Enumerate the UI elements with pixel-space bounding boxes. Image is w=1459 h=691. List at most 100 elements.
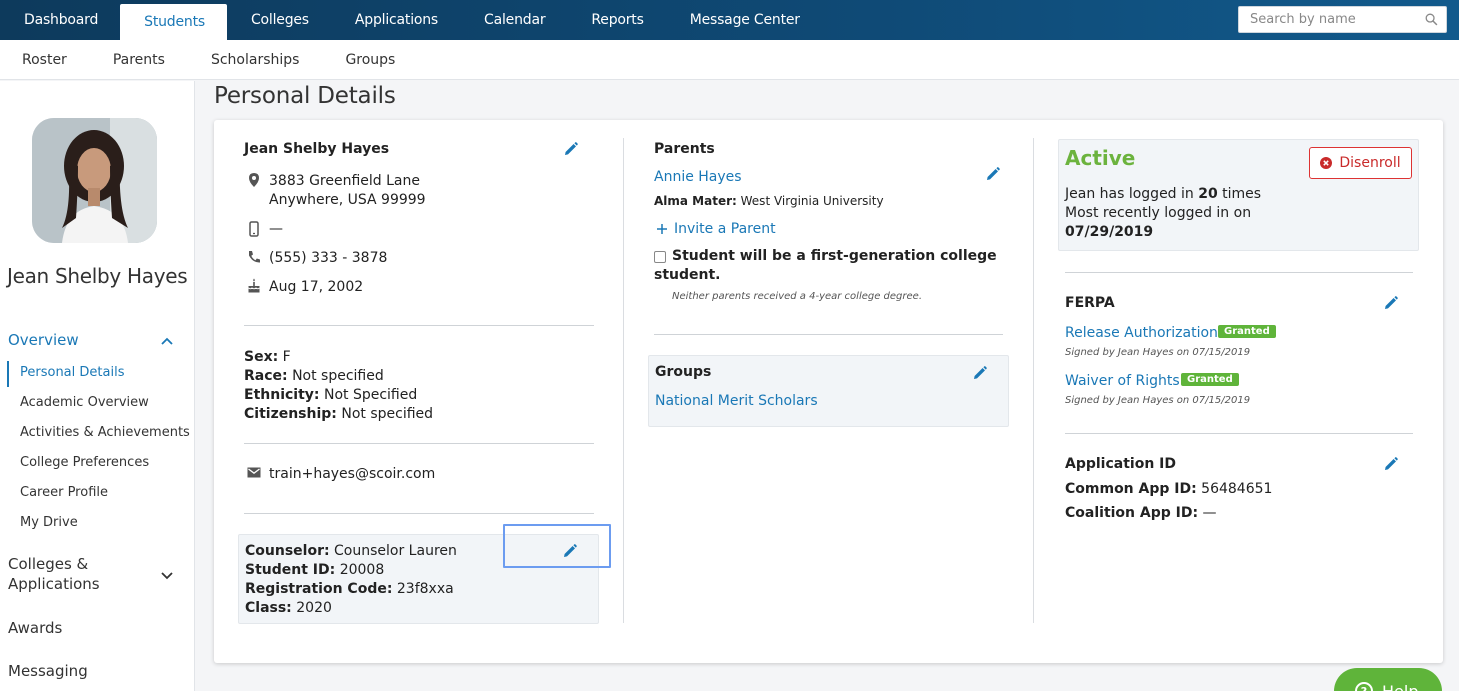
student-id-row: Student ID: 20008 <box>245 562 385 578</box>
sidebar-item-career-profile[interactable]: Career Profile <box>20 485 108 500</box>
waiver-of-rights-link[interactable]: Waiver of Rights <box>1065 373 1180 389</box>
race-row: Race: Not specified <box>244 368 384 384</box>
help-icon: ? <box>1355 682 1373 691</box>
invite-parent-link[interactable]: Invite a Parent <box>656 221 776 237</box>
sub-nav: Roster Parents Scholarships Groups <box>0 40 1459 80</box>
waiver-signed-note: Signed by Jean Hayes on 07/15/2019 <box>1065 395 1251 406</box>
sidebar: Jean Shelby Hayes Overview Personal Deta… <box>0 81 195 691</box>
recent-login-label: Most recently logged in on <box>1065 205 1252 221</box>
email-address: train+hayes@scoir.com <box>269 466 436 482</box>
plus-icon <box>657 224 667 234</box>
section-divider <box>244 325 594 326</box>
recent-login-date: 07/29/2019 <box>1065 224 1154 240</box>
first-gen-checkbox[interactable] <box>654 251 666 263</box>
tab-message-center[interactable]: Message Center <box>666 0 822 40</box>
disenroll-button[interactable]: Disenroll <box>1309 147 1412 179</box>
sidebar-overview[interactable]: Overview <box>8 331 79 349</box>
parent-name-link[interactable]: Annie Hayes <box>654 169 742 185</box>
login-count-row: Jean has logged in 20 times <box>1065 186 1262 202</box>
location-pin-icon <box>249 173 259 187</box>
section-divider <box>244 443 594 444</box>
sidebar-colleges-applications[interactable]: Colleges & Applications <box>8 555 100 593</box>
active-status-label: Active <box>1065 146 1136 170</box>
sex-row: Sex: F <box>244 349 291 365</box>
subnav-roster[interactable]: Roster <box>0 52 88 68</box>
application-id-heading: Application ID <box>1065 456 1177 472</box>
mobile-phone-icon <box>249 221 259 237</box>
sidebar-messaging[interactable]: Messaging <box>8 662 88 680</box>
citizenship-row: Citizenship: Not specified <box>244 406 434 422</box>
chevron-down-icon[interactable] <box>160 568 174 582</box>
sidebar-awards[interactable]: Awards <box>8 619 62 637</box>
first-gen-label-line-2: student. <box>654 267 721 283</box>
student-full-name: Jean Shelby Hayes <box>244 141 390 157</box>
subnav-groups[interactable]: Groups <box>323 52 416 68</box>
email-icon <box>247 467 261 478</box>
sidebar-item-academic-overview[interactable]: Academic Overview <box>20 395 149 410</box>
address-line-1: 3883 Greenfield Lane <box>269 173 420 189</box>
section-divider <box>1065 272 1413 273</box>
sidebar-item-college-preferences[interactable]: College Preferences <box>20 455 149 470</box>
edit-counselor-highlight <box>503 524 611 568</box>
ethnicity-row: Ethnicity: Not Specified <box>244 387 418 403</box>
first-gen-label-line-1: Student will be a first-generation colle… <box>672 248 997 264</box>
parents-heading: Parents <box>654 141 715 157</box>
birthday: Aug 17, 2002 <box>269 279 364 295</box>
svg-text:?: ? <box>1361 685 1367 691</box>
edit-parent-pencil-icon[interactable] <box>986 167 1000 181</box>
sidebar-student-name: Jean Shelby Hayes <box>7 264 188 288</box>
mobile-number: — <box>269 221 283 237</box>
subnav-scholarships[interactable]: Scholarships <box>189 52 320 68</box>
tab-applications[interactable]: Applications <box>331 0 460 40</box>
sidebar-applications-label: Applications <box>8 575 100 593</box>
subnav-parents[interactable]: Parents <box>91 52 186 68</box>
avatar <box>32 118 157 243</box>
section-divider <box>654 334 1003 335</box>
sidebar-item-activities[interactable]: Activities & Achievements <box>20 425 190 440</box>
section-divider <box>244 513 594 514</box>
chevron-up-icon[interactable] <box>160 334 174 348</box>
sidebar-colleges-label: Colleges & <box>8 555 89 573</box>
tab-dashboard[interactable]: Dashboard <box>0 0 120 40</box>
tab-calendar[interactable]: Calendar <box>460 0 567 40</box>
tab-students[interactable]: Students <box>120 4 227 40</box>
sidebar-item-personal-details[interactable]: Personal Details <box>20 365 124 380</box>
group-link-national-merit[interactable]: National Merit Scholars <box>655 393 818 409</box>
phone-icon <box>249 251 260 263</box>
column-divider <box>1033 138 1034 623</box>
edit-contact-pencil-icon[interactable] <box>564 142 578 156</box>
edit-ferpa-pencil-icon[interactable] <box>1384 296 1398 310</box>
birthday-cake-icon <box>248 278 260 293</box>
registration-code-row: Registration Code: 23f8xxa <box>245 581 454 597</box>
release-signed-note: Signed by Jean Hayes on 07/15/2019 <box>1065 347 1251 358</box>
column-divider <box>623 138 624 623</box>
top-nav: Dashboard Students Colleges Applications… <box>0 0 1459 40</box>
edit-counselor-pencil-icon[interactable] <box>563 544 577 558</box>
class-row: Class: 2020 <box>245 600 332 616</box>
help-button[interactable]: ? Help <box>1334 668 1442 691</box>
phone-number: (555) 333 - 3878 <box>269 250 388 266</box>
close-circle-icon <box>1320 157 1333 169</box>
search-box <box>1238 6 1447 33</box>
active-indicator <box>7 361 9 387</box>
tab-colleges[interactable]: Colleges <box>227 0 331 40</box>
page-title: Personal Details <box>214 83 396 109</box>
sidebar-item-my-drive[interactable]: My Drive <box>20 515 78 530</box>
common-app-id-row: Common App ID: 56484651 <box>1065 481 1273 497</box>
edit-groups-pencil-icon[interactable] <box>973 366 987 380</box>
address-line-2: Anywhere, USA 99999 <box>269 192 426 208</box>
release-authorization-link[interactable]: Release Authorization <box>1065 325 1218 341</box>
search-input[interactable] <box>1250 12 1420 27</box>
groups-heading: Groups <box>655 364 712 380</box>
tab-reports[interactable]: Reports <box>567 0 665 40</box>
waiver-granted-badge: Granted <box>1181 373 1239 386</box>
ferpa-heading: FERPA <box>1065 295 1115 311</box>
edit-application-id-pencil-icon[interactable] <box>1384 457 1398 471</box>
counselor-row: Counselor: Counselor Lauren <box>245 543 457 559</box>
section-divider <box>1065 433 1413 434</box>
alma-mater-row: Alma Mater: West Virginia University <box>654 194 884 208</box>
coalition-app-id-row: Coalition App ID: — <box>1065 505 1217 521</box>
search-icon[interactable] <box>1425 13 1438 26</box>
first-gen-note: Neither parents received a 4-year colleg… <box>672 291 922 302</box>
release-granted-badge: Granted <box>1218 325 1276 338</box>
